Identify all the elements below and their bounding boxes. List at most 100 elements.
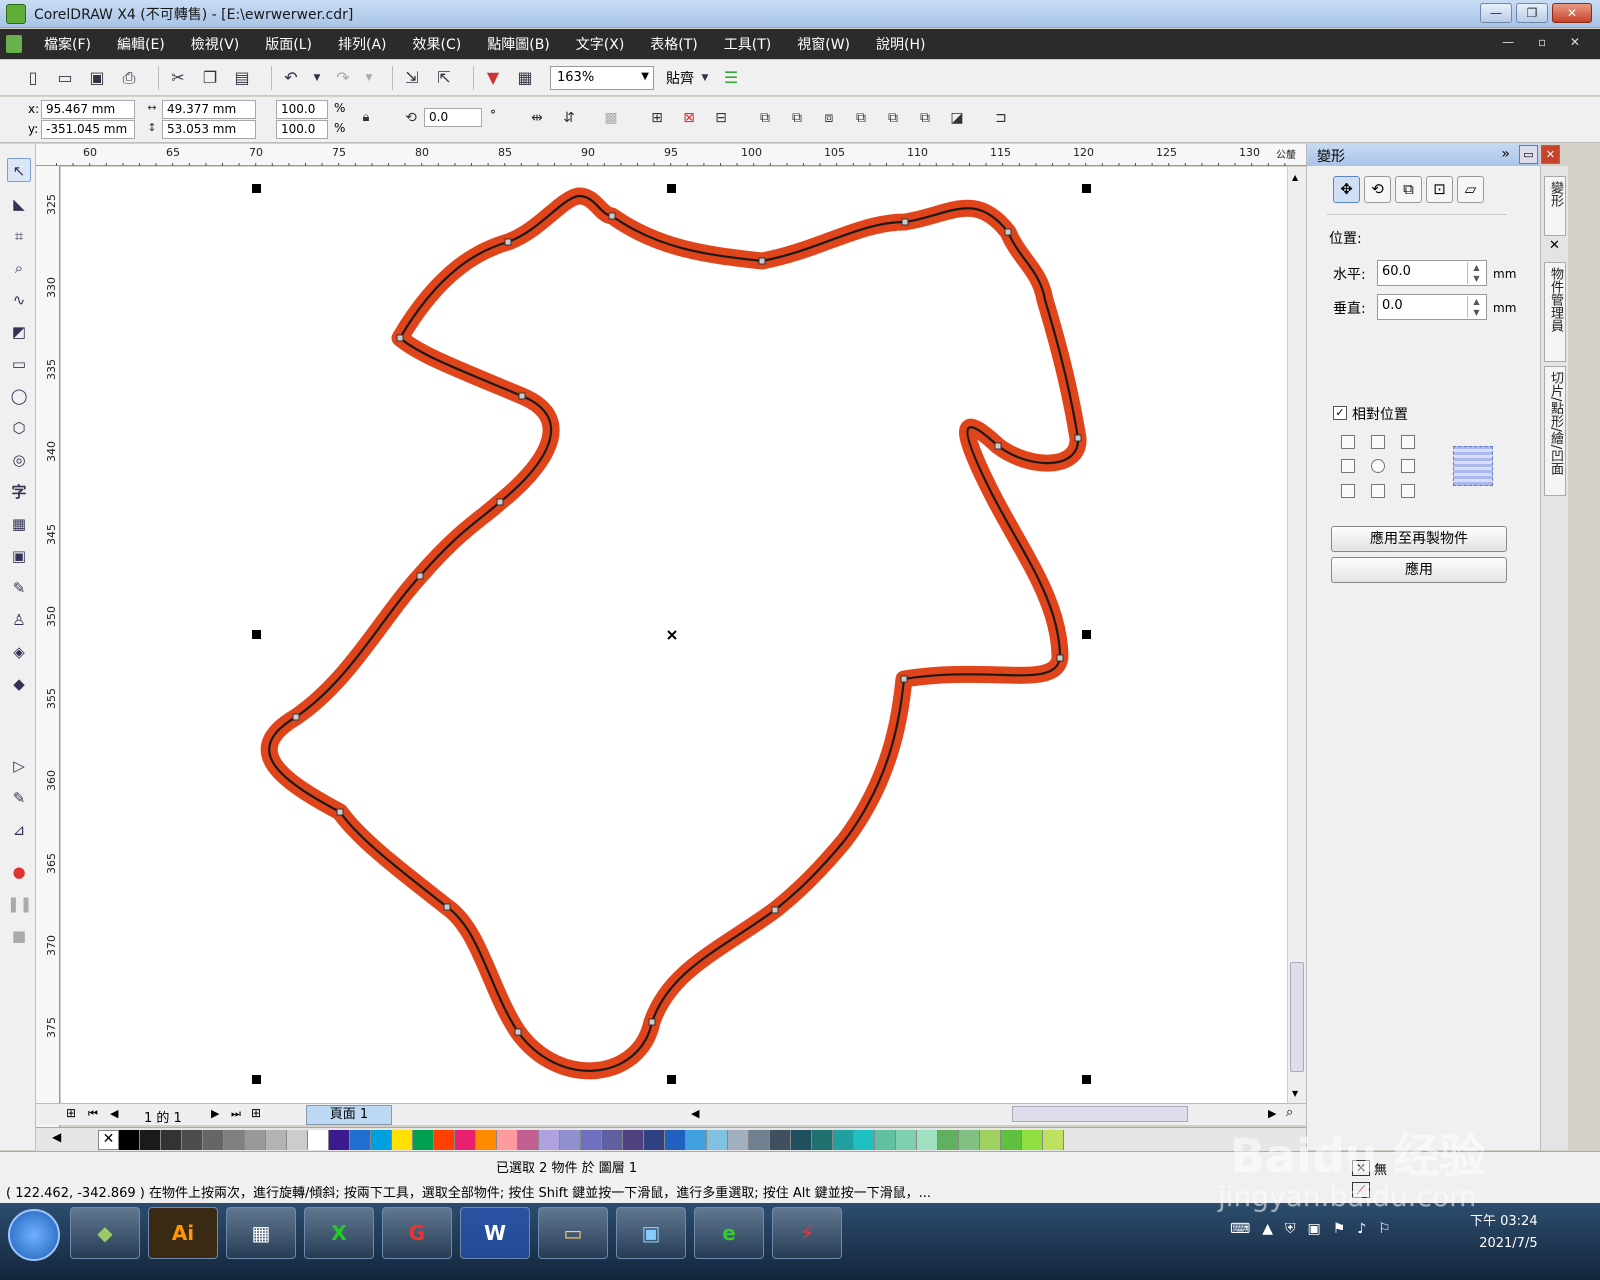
save-icon[interactable]: ▣ [86, 67, 108, 89]
anchor-bottom-right[interactable] [1401, 484, 1415, 498]
node-point[interactable] [336, 808, 344, 816]
scale-height-field[interactable]: 100.0 [276, 120, 328, 139]
outline-tool-icon[interactable]: ♙ [7, 608, 31, 632]
basic-shapes-tool-icon[interactable]: ◎ [7, 448, 31, 472]
eyedropper-tool-icon[interactable]: ✎ [7, 576, 31, 600]
next-page-icon[interactable]: ▶ [211, 1107, 219, 1120]
color-swatch[interactable] [1043, 1129, 1064, 1150]
color-swatch[interactable] [875, 1129, 896, 1150]
taskbar-ie[interactable]: e [694, 1207, 764, 1259]
anchor-bottom-center[interactable] [1371, 484, 1385, 498]
ellipse-tool-icon[interactable]: ◯ [7, 384, 31, 408]
cut-icon[interactable]: ✂ [167, 67, 189, 89]
node-point[interactable] [648, 1018, 656, 1026]
color-swatch[interactable] [182, 1129, 203, 1150]
pick-tool-icon[interactable]: ↖ [7, 158, 31, 182]
new-icon[interactable]: ▯ [22, 67, 44, 89]
record-icon[interactable]: ● [7, 860, 31, 884]
wrap-text-icon[interactable]: ▩ [600, 107, 622, 129]
taskbar-pdf[interactable]: ⚡︎ [772, 1207, 842, 1259]
color-swatch[interactable] [833, 1129, 854, 1150]
minimize-button[interactable]: — [1480, 3, 1512, 23]
node-point[interactable] [396, 334, 404, 342]
color-swatch[interactable] [308, 1129, 329, 1150]
paste-icon[interactable]: ▤ [231, 67, 253, 89]
color-swatch[interactable] [917, 1129, 938, 1150]
selection-center-marker[interactable] [667, 630, 677, 640]
node-point[interactable] [443, 903, 451, 911]
color-swatch[interactable] [707, 1129, 728, 1150]
color-swatch[interactable] [476, 1129, 497, 1150]
skew-mode-icon[interactable]: ▱ [1457, 176, 1484, 203]
copy-icon[interactable]: ❐ [199, 67, 221, 89]
node-point[interactable] [416, 572, 424, 580]
taskbar-explorer[interactable]: ▭ [538, 1207, 608, 1259]
side-tab-object-manager[interactable]: 物件管理員 [1544, 262, 1566, 362]
redo-icon[interactable]: ↷ [332, 67, 354, 89]
menu-tools[interactable]: 工具(T) [724, 34, 771, 54]
docker-minimize-button[interactable]: ▭ [1519, 145, 1538, 164]
mirror-horizontal-icon[interactable]: ⇹ [526, 107, 548, 129]
selection-handle[interactable] [1082, 1075, 1091, 1084]
expand-tools-icon[interactable]: ▷ [7, 754, 31, 778]
color-swatch[interactable] [623, 1129, 644, 1150]
scale-width-field[interactable]: 100.0 [276, 100, 328, 119]
taskbar-coreldraw[interactable]: ◆ [70, 1207, 140, 1259]
side-tab-transform[interactable]: 變形 [1544, 176, 1566, 236]
node-point[interactable] [518, 392, 526, 400]
y-position-field[interactable]: -351.045 mm [41, 120, 135, 139]
color-palette[interactable]: ◀ ✕ [36, 1127, 1306, 1151]
back-minus-front-icon[interactable]: ◪ [946, 107, 968, 129]
color-swatch[interactable] [749, 1129, 770, 1150]
color-swatch[interactable] [287, 1129, 308, 1150]
color-swatch[interactable] [602, 1129, 623, 1150]
vertical-spinner[interactable]: ▲ ▼ [1467, 296, 1485, 318]
node-point[interactable] [514, 1028, 522, 1036]
anchor-center[interactable] [1371, 459, 1385, 473]
color-swatch[interactable] [350, 1129, 371, 1150]
color-swatch[interactable] [938, 1129, 959, 1150]
docker-expand-icon[interactable]: » [1501, 146, 1510, 162]
scroll-right-icon[interactable]: ▶ [1268, 1107, 1276, 1120]
node-point[interactable] [900, 675, 908, 683]
menu-arrange[interactable]: 排列(A) [338, 34, 387, 54]
color-swatch[interactable] [413, 1129, 434, 1150]
import-icon[interactable]: ⇲ [401, 67, 423, 89]
horizontal-scroll-thumb[interactable] [1012, 1106, 1188, 1122]
node-point[interactable] [901, 218, 909, 226]
polygon-tool-icon[interactable]: ⬡ [7, 416, 31, 440]
color-swatch[interactable] [392, 1129, 413, 1150]
anchor-top-center[interactable] [1371, 435, 1385, 449]
zoom-tool-icon[interactable]: ⌕ [7, 256, 31, 280]
export-icon[interactable]: ⇱ [433, 67, 455, 89]
anchor-top-right[interactable] [1401, 435, 1415, 449]
fill-none-icon[interactable]: ✕ [1352, 1160, 1370, 1176]
interactive-blend-tool-icon[interactable]: ▣ [7, 544, 31, 568]
color-swatch[interactable] [728, 1129, 749, 1150]
anchor-top-left[interactable] [1341, 435, 1355, 449]
color-swatch[interactable] [686, 1129, 707, 1150]
first-page-icon[interactable]: ⏮ [88, 1107, 98, 1121]
undo-dropdown-icon[interactable]: ▼ [312, 67, 322, 89]
color-swatch[interactable] [140, 1129, 161, 1150]
anchor-middle-left[interactable] [1341, 459, 1355, 473]
group-icon[interactable]: ⊞ [646, 107, 668, 129]
menu-layout[interactable]: 版面(L) [265, 34, 312, 54]
color-swatch[interactable] [266, 1129, 287, 1150]
navigator-zoom-icon[interactable]: ⌕ [1286, 1105, 1293, 1120]
add-page-after-icon[interactable]: ⊞ [251, 1106, 261, 1120]
vertical-scrollbar[interactable]: ▲ ▼ [1287, 167, 1306, 1103]
zoom-level-select[interactable]: 163% [550, 65, 654, 90]
undo-icon[interactable]: ↶ [280, 67, 302, 89]
color-swatch[interactable] [896, 1129, 917, 1150]
node-point[interactable] [1004, 228, 1012, 236]
page-tab-1[interactable]: 頁面 1 [306, 1105, 392, 1125]
ungroup-all-icon[interactable]: ⊟ [710, 107, 732, 129]
anchor-bottom-left[interactable] [1341, 484, 1355, 498]
docker-close-button[interactable]: ✕ [1541, 145, 1560, 164]
boundary-icon[interactable]: ⊐ [990, 107, 1012, 129]
interactive-fill-tool-icon[interactable]: ◆ [7, 672, 31, 696]
anchor-middle-right[interactable] [1401, 459, 1415, 473]
taskbar-word[interactable]: W [460, 1207, 530, 1259]
vertical-ruler[interactable]: 325 330 335 340 345 350 355 360 365 370 … [36, 166, 60, 1128]
